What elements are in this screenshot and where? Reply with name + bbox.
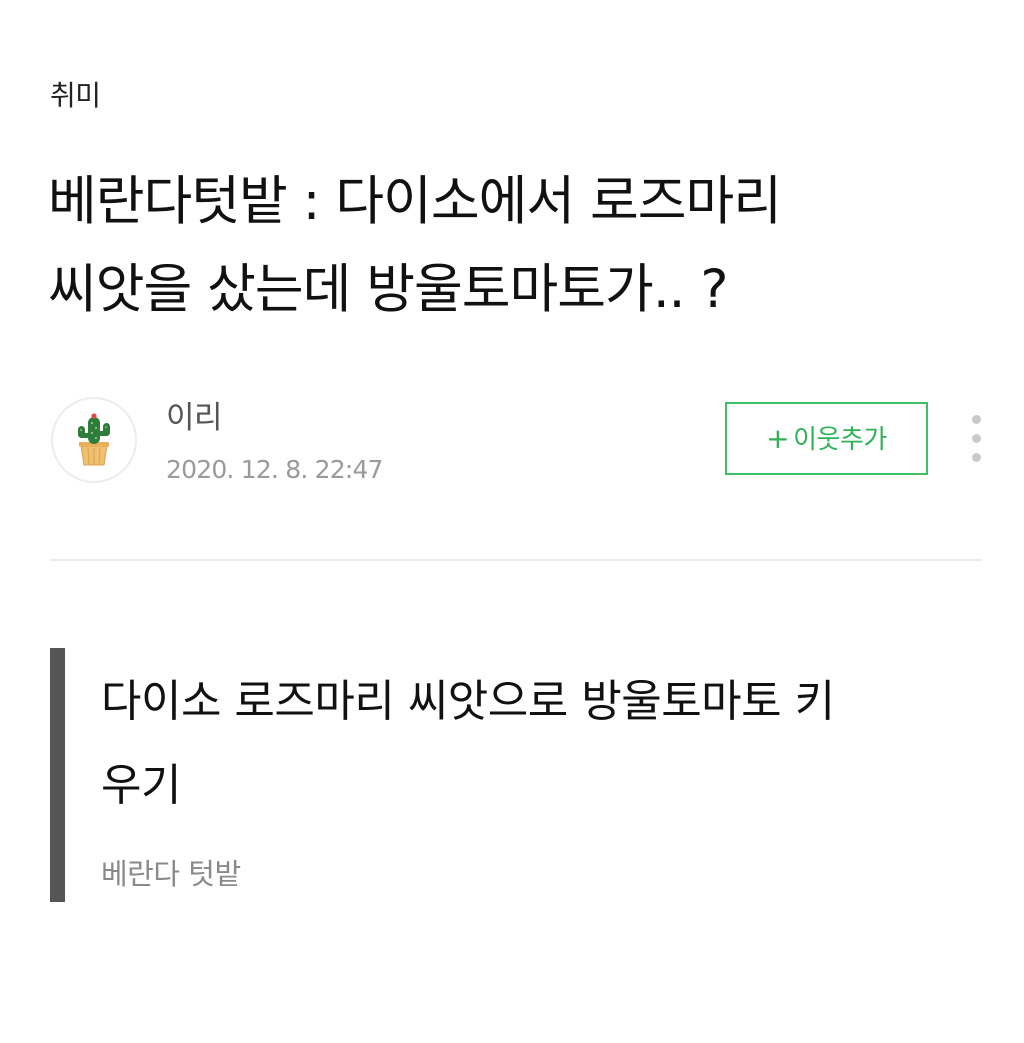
- add-neighbor-label: 이웃추가: [793, 425, 887, 455]
- author-name[interactable]: 이리: [166, 398, 223, 438]
- post-title: 베란다텃밭 : 다이소에서 로즈마리 씨앗을 샀는데 방울토마토가.. ?: [48, 158, 988, 334]
- more-dot: [972, 415, 981, 424]
- post-title-line-2: 씨앗을 샀는데 방울토마토가.. ?: [48, 259, 729, 320]
- quote-source: 베란다 텃밭: [101, 857, 241, 891]
- category-label[interactable]: 취미: [50, 76, 101, 116]
- cactus-icon: [78, 413, 110, 466]
- divider: [50, 559, 982, 561]
- post-title-line-1: 베란다텃밭 : 다이소에서 로즈마리: [48, 171, 782, 232]
- quote-block: 다이소 로즈마리 씨앗으로 방울토마토 키 우기 베란다 텃밭: [50, 648, 970, 902]
- more-dot: [972, 453, 981, 462]
- plus-icon: +: [766, 422, 790, 455]
- more-dot: [972, 434, 981, 443]
- more-vertical-icon[interactable]: [962, 413, 990, 465]
- add-neighbor-button[interactable]: + 이웃추가: [725, 402, 928, 475]
- avatar[interactable]: [51, 397, 137, 483]
- quote-title-line-2: 우기: [101, 760, 181, 811]
- quote-title: 다이소 로즈마리 씨앗으로 방울토마토 키 우기: [101, 660, 961, 828]
- post-date: 2020. 12. 8. 22:47: [166, 455, 383, 484]
- quote-title-line-1: 다이소 로즈마리 씨앗으로 방울토마토 키: [101, 676, 835, 727]
